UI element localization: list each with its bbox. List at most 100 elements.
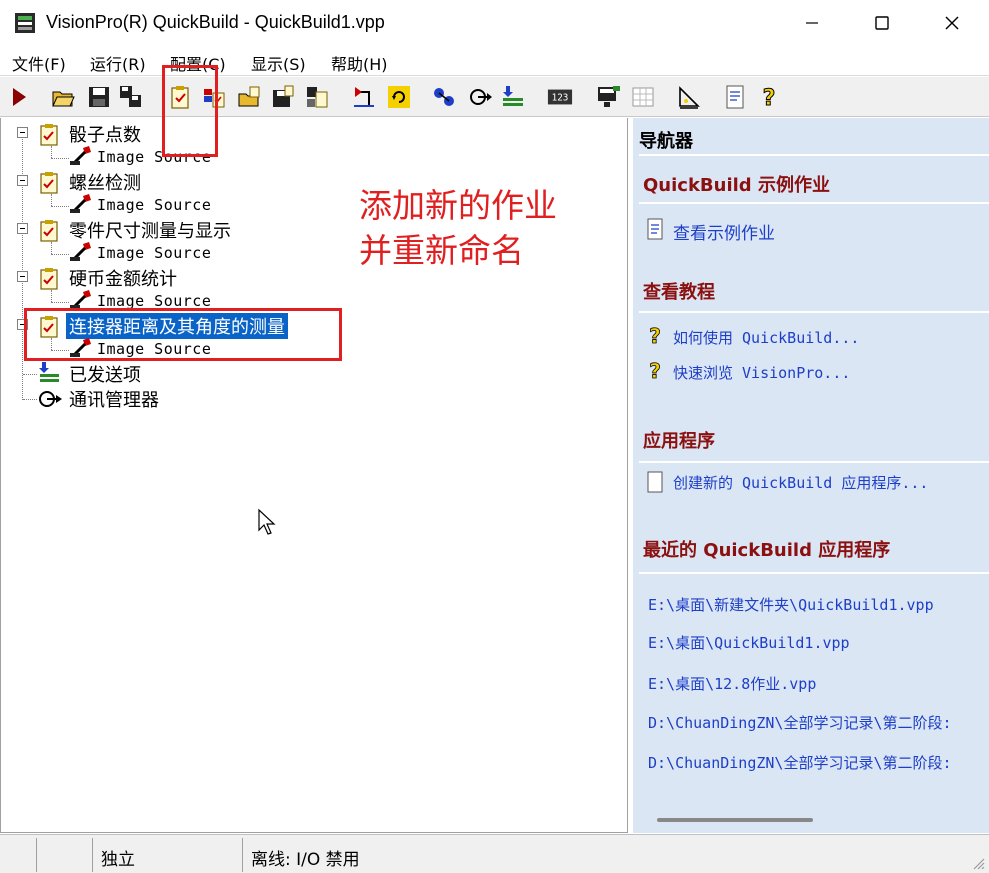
counter-icon[interactable]: 123 <box>547 84 575 110</box>
help-icon[interactable]: ? <box>756 84 782 111</box>
measure-icon[interactable] <box>676 84 702 110</box>
maximize-icon <box>875 16 889 30</box>
status-divider <box>36 838 37 872</box>
comm-manager-icon[interactable] <box>467 84 493 110</box>
svg-text:123: 123 <box>552 93 569 104</box>
tree-job-icon <box>39 218 59 242</box>
recent-file-3[interactable]: E:\桌面\12.8作业.vpp <box>648 673 816 694</box>
menu-bar: 文件(F) 运行(R) 配置(C) 显示(S) 帮助(H) <box>0 46 989 76</box>
tree-expander[interactable] <box>17 223 28 234</box>
tree-job-3-image-source[interactable]: Image Source <box>97 244 211 262</box>
link-how-to-use[interactable]: 如何使用 QuickBuild... <box>673 327 859 348</box>
job-properties-icon[interactable] <box>304 84 330 110</box>
link-create-application[interactable]: 创建新的 QuickBuild 应用程序... <box>673 472 928 493</box>
run-icon[interactable] <box>6 84 32 110</box>
resize-grip-icon[interactable] <box>971 855 985 870</box>
divider <box>639 154 989 156</box>
tree-line <box>51 254 69 255</box>
divider <box>639 311 989 313</box>
new-document-icon <box>645 471 665 493</box>
link-quick-tour[interactable]: 快速浏览 VisionPro... <box>673 362 850 383</box>
highlight-box-new-job <box>24 308 342 361</box>
visionpro-app-icon[interactable] <box>14 12 36 34</box>
tree-line <box>51 290 52 302</box>
link-view-examples[interactable]: 查看示例作业 <box>673 219 775 244</box>
menu-view[interactable]: 显示(S) <box>251 51 306 75</box>
send-icon[interactable] <box>500 84 526 110</box>
recent-file-4[interactable]: D:\ChuanDingZN\全部学习记录\第二阶段: <box>648 712 952 733</box>
open-job-icon[interactable] <box>236 84 262 110</box>
help-icon: ? <box>645 359 665 384</box>
recent-file-5[interactable]: D:\ChuanDingZN\全部学习记录\第二阶段: <box>648 752 952 773</box>
save-icon[interactable] <box>86 84 112 110</box>
status-divider <box>242 838 243 872</box>
tree-expander[interactable] <box>17 271 28 282</box>
script-icon[interactable] <box>722 84 748 110</box>
help-icon: ? <box>645 324 665 349</box>
svg-text:?: ? <box>649 324 661 346</box>
tree-line <box>51 158 69 159</box>
highlight-box-toolbar <box>162 65 218 157</box>
toolbar: 123 ? <box>0 77 989 117</box>
posted-items-icon <box>37 361 61 385</box>
open-icon[interactable] <box>50 84 76 110</box>
posted-items-icon[interactable] <box>431 84 457 110</box>
svg-text:?: ? <box>763 86 776 110</box>
image-source-icon <box>69 240 95 264</box>
divider <box>639 461 989 463</box>
recent-file-1[interactable]: E:\桌面\新建文件夹\QuickBuild1.vpp <box>648 594 934 615</box>
recent-file-2[interactable]: E:\桌面\QuickBuild1.vpp <box>648 632 850 653</box>
tree-line <box>51 146 52 158</box>
comm-manager-icon <box>37 387 63 411</box>
divider <box>639 202 989 204</box>
status-bar: 独立 离线: I/O 禁用 <box>0 834 989 873</box>
refresh-icon[interactable] <box>386 84 412 110</box>
svg-text:?: ? <box>649 359 661 381</box>
grid-icon[interactable] <box>630 84 656 110</box>
annotation-line-2: 并重新命名 <box>359 231 524 270</box>
terminal-icon[interactable] <box>596 84 622 110</box>
close-button[interactable] <box>917 0 987 46</box>
image-source-icon <box>69 144 95 168</box>
tree-comm-manager[interactable]: 通讯管理器 <box>69 386 159 412</box>
tree-job-icon <box>39 266 59 290</box>
navigator-title: 导航器 <box>639 131 693 152</box>
status-mode: 独立 <box>101 850 135 870</box>
tree-line <box>51 194 52 206</box>
section-examples-heading: QuickBuild 示例作业 <box>643 175 830 196</box>
save-job-icon[interactable] <box>270 84 296 110</box>
section-recent-heading: 最近的 QuickBuild 应用程序 <box>643 540 891 561</box>
minimize-button[interactable] <box>777 0 847 46</box>
image-source-icon <box>69 192 95 216</box>
document-icon <box>645 218 665 240</box>
annotation-line-1: 添加新的作业 <box>359 186 557 225</box>
maximize-button[interactable] <box>847 0 917 46</box>
tree-line <box>51 242 52 254</box>
menu-file[interactable]: 文件(F) <box>12 51 66 75</box>
menu-run[interactable]: 运行(R) <box>90 51 146 75</box>
tree-line <box>22 130 23 400</box>
import-icon[interactable] <box>351 84 377 110</box>
tree-job-2-image-source[interactable]: Image Source <box>97 196 211 214</box>
minimize-icon <box>806 22 818 24</box>
tree-line <box>51 302 69 303</box>
mouse-cursor-icon <box>257 508 277 536</box>
section-application-heading: 应用程序 <box>643 431 715 452</box>
horizontal-scrollbar[interactable] <box>657 818 813 822</box>
tree-job-icon <box>39 122 59 146</box>
tree-expander[interactable] <box>17 127 28 138</box>
tree-line <box>23 374 37 375</box>
tree-expander[interactable] <box>17 175 28 186</box>
divider <box>639 572 989 574</box>
tree-posted-items[interactable]: 已发送项 <box>69 361 141 387</box>
save-all-icon[interactable] <box>118 84 144 110</box>
title-bar: VisionPro(R) QuickBuild - QuickBuild1.vp… <box>0 0 989 46</box>
menu-help[interactable]: 帮助(H) <box>331 51 388 75</box>
tree-job-icon <box>39 170 59 194</box>
section-tutorials-heading: 查看教程 <box>643 282 715 303</box>
navigator-panel: 导航器 QuickBuild 示例作业 查看示例作业 查看教程 ? 如何使用 Q… <box>633 118 989 833</box>
tree-line <box>51 206 69 207</box>
close-icon <box>945 16 959 30</box>
status-io: 离线: I/O 禁用 <box>251 850 360 870</box>
tree-line <box>23 399 37 400</box>
